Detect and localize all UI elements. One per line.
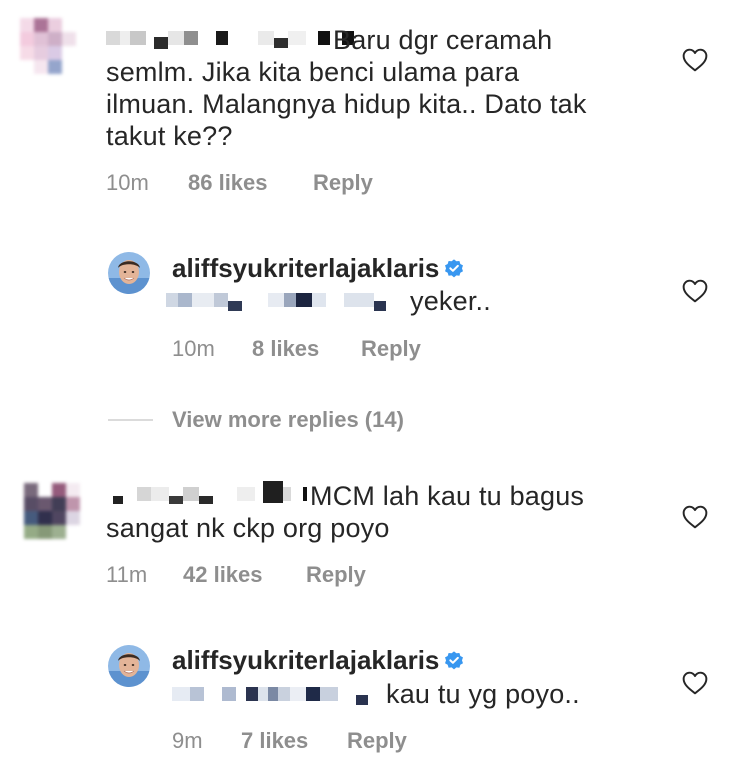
comment-text: MCM lah kau tu bagus bbox=[310, 481, 585, 511]
likes-count[interactable]: 7 likes bbox=[241, 728, 308, 754]
view-more-replies-label[interactable]: View more replies (14) bbox=[172, 407, 404, 433]
avatar[interactable] bbox=[24, 483, 80, 539]
heart-icon[interactable] bbox=[682, 279, 708, 303]
redacted-username bbox=[106, 28, 354, 49]
reply-button[interactable]: Reply bbox=[306, 562, 366, 588]
comment-text-line: takut ke?? bbox=[106, 121, 233, 151]
comment-text-line: semlm. Jika kita benci ulama para bbox=[106, 57, 520, 87]
reply-button[interactable]: Reply bbox=[361, 336, 421, 362]
heart-icon[interactable] bbox=[682, 671, 708, 695]
redacted-username bbox=[113, 481, 307, 504]
reply-text: yeker.. bbox=[410, 286, 491, 316]
comment-time: 11m bbox=[106, 562, 148, 587]
reply-username[interactable]: aliffsyukriterlajaklaris bbox=[172, 253, 465, 283]
comment-text-line: sangat nk ckp org poyo bbox=[106, 513, 390, 543]
heart-icon[interactable] bbox=[682, 505, 708, 529]
likes-count[interactable]: 8 likes bbox=[252, 336, 319, 362]
redacted-mention bbox=[172, 684, 368, 705]
redacted-mention bbox=[166, 290, 396, 311]
verified-badge-icon bbox=[445, 259, 464, 278]
comment-text: Baru dgr ceramah bbox=[333, 25, 553, 55]
reply-button[interactable]: Reply bbox=[313, 170, 373, 196]
heart-icon[interactable] bbox=[682, 48, 708, 72]
verified-badge-icon bbox=[445, 651, 464, 670]
profile-picture[interactable] bbox=[108, 252, 150, 294]
reply-time: 10m bbox=[172, 336, 215, 361]
divider-line bbox=[108, 419, 153, 421]
avatar[interactable] bbox=[20, 18, 76, 74]
likes-count[interactable]: 86 likes bbox=[188, 170, 268, 196]
profile-picture[interactable] bbox=[108, 645, 150, 687]
reply-username[interactable]: aliffsyukriterlajaklaris bbox=[172, 645, 465, 675]
comment-text-line: ilmuan. Malangnya hidup kita.. Dato tak bbox=[106, 89, 587, 119]
likes-count[interactable]: 42 likes bbox=[183, 562, 263, 588]
reply-button[interactable]: Reply bbox=[347, 728, 407, 754]
reply-text: kau tu yg poyo.. bbox=[386, 679, 580, 709]
reply-time: 9m bbox=[172, 728, 203, 753]
comment-time: 10m bbox=[106, 170, 149, 195]
